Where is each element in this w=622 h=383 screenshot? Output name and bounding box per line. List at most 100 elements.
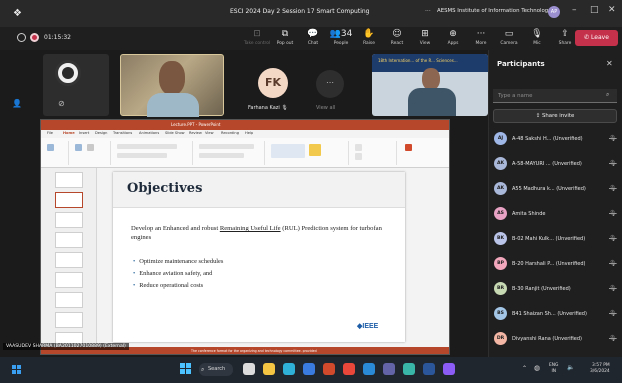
toolbar-more-button[interactable]: ··· More: [467, 29, 495, 46]
participant-row[interactable]: AS Amita Shinde 🎙: [489, 203, 622, 225]
ppt-tab-slide-show[interactable]: Slide Show: [165, 131, 185, 135]
ppt-tab-view[interactable]: View: [205, 131, 214, 135]
participant-row[interactable]: AK A-58-MAYURI ... (Unverified) 🎙: [489, 153, 622, 175]
mic-off-icon[interactable]: 🎙: [609, 160, 617, 167]
language-indicator[interactable]: ENG IN: [549, 363, 558, 375]
ppt-tab-transitions[interactable]: Transitions: [113, 131, 132, 135]
file-explorer-icon[interactable]: [263, 363, 275, 375]
mic-off-icon[interactable]: 🎙: [609, 185, 617, 192]
replace-icon[interactable]: [355, 153, 362, 160]
powerpoint-window[interactable]: Lecture.PPT - PowerPoint File Home Insert D…: [40, 119, 450, 355]
slide-thumbnail[interactable]: [55, 252, 83, 268]
meeting-info-icon[interactable]: [17, 33, 26, 42]
current-slide[interactable]: Objectives Develop an Enhanced and robus…: [113, 172, 405, 342]
participant-video-speaker[interactable]: [120, 54, 224, 117]
network-icon[interactable]: ◍: [534, 364, 540, 372]
slide-thumbnail[interactable]: [55, 312, 83, 328]
slide-thumbnail[interactable]: [55, 192, 83, 208]
widgets-icon[interactable]: [12, 365, 22, 375]
slide-thumbnail[interactable]: [55, 272, 83, 288]
participant-row[interactable]: AJ A-48 Sakshi H... (Unverified) 🎙: [489, 128, 622, 150]
ppt-tab-file[interactable]: File: [47, 131, 53, 135]
photos-icon[interactable]: [443, 363, 455, 375]
ppt-tab-help[interactable]: Help: [245, 131, 253, 135]
word-icon[interactable]: [423, 363, 435, 375]
slide-thumbnail[interactable]: [55, 212, 83, 228]
find-icon[interactable]: [355, 144, 362, 151]
participant-row[interactable]: BK B-02 Mahi Kulk... (Unverified) 🎙: [489, 228, 622, 250]
participant-row[interactable]: BP B-20 Harshali P... (Unverified) 🎙: [489, 253, 622, 275]
name-search-input[interactable]: [493, 89, 617, 103]
toolbar-people-button[interactable]: 👥34 People: [327, 29, 355, 46]
mic-off-icon[interactable]: 🎙: [609, 235, 617, 242]
quick-styles-icon[interactable]: [309, 144, 321, 156]
slide-thumbnail[interactable]: [55, 172, 83, 188]
ppt-tab-recording[interactable]: Recording: [221, 131, 239, 135]
toolbar-label: View: [419, 41, 431, 46]
paste-icon[interactable]: [47, 144, 54, 151]
toolbar-take-control-button[interactable]: ⊡ Take control: [243, 29, 271, 46]
store-icon[interactable]: [303, 363, 315, 375]
mic-off-icon[interactable]: 🎙: [609, 335, 617, 342]
participant-row[interactable]: BS B41 Shaizan Sh... (Unverified) 🎙: [489, 303, 622, 325]
mic-off-icon[interactable]: 🎙: [609, 285, 617, 292]
participant-row[interactable]: DR Divyanshi Rana (Unverified) 🎙: [489, 328, 622, 350]
volume-icon[interactable]: 🔈: [567, 364, 574, 371]
ribbon-group-voice: [399, 141, 445, 165]
toolbar-react-button[interactable]: ☺ React: [383, 29, 411, 46]
new-slide-icon[interactable]: [75, 144, 82, 151]
org-name[interactable]: AESMS Institute of Information Technolog…: [437, 8, 551, 14]
mic-off-icon[interactable]: 🎙: [609, 260, 617, 267]
participant-tile-farhana[interactable]: FK Farhana Kazi 🎙: [234, 54, 304, 116]
ppt-tab-animations[interactable]: Animations: [139, 131, 159, 135]
slide-thumbnail[interactable]: [55, 292, 83, 308]
close-icon[interactable]: ✕: [608, 5, 616, 15]
align-buttons[interactable]: [199, 153, 244, 158]
participant-video-obs[interactable]: ⊘: [43, 54, 109, 116]
ppt-tab-review[interactable]: Review: [189, 131, 202, 135]
toolbar-chat-button[interactable]: 💬 Chat: [299, 29, 327, 46]
edge-icon[interactable]: [283, 363, 295, 375]
layout-icon[interactable]: [87, 144, 94, 151]
teams-icon[interactable]: [383, 363, 395, 375]
maximize-icon[interactable]: □: [590, 5, 599, 15]
title-more-icon[interactable]: ···: [425, 8, 431, 15]
toolbar-camera-button[interactable]: ▭ Camera: [495, 29, 523, 46]
ppt-tab-home[interactable]: Home: [63, 131, 75, 135]
participant-video-presenter[interactable]: 18th Internation... of the R... Sciences…: [372, 54, 488, 116]
participant-row[interactable]: BR B-30 Ranjit (Unverified) 🎙: [489, 278, 622, 300]
slide-thumbnail[interactable]: [55, 232, 83, 248]
mic-off-icon[interactable]: 🎙: [609, 135, 617, 142]
toolbar-raise-button[interactable]: ✋ Raise: [355, 29, 383, 46]
ppt-tab-insert[interactable]: Insert: [79, 131, 89, 135]
close-panel-icon[interactable]: ✕: [606, 59, 613, 68]
chrome-icon[interactable]: [343, 363, 355, 375]
mic-off-icon[interactable]: 🎙: [609, 210, 617, 217]
font-selector[interactable]: [117, 144, 177, 149]
search-icon[interactable]: ⌕: [606, 91, 609, 99]
dictate-icon[interactable]: [405, 144, 412, 151]
toolbar-view-button[interactable]: ⊞ View: [411, 29, 439, 46]
toolbar-pop-out-button[interactable]: ⧉ Pop out: [271, 29, 299, 46]
participant-row[interactable]: AK A55 Madhura k... (Unverified) 🎙: [489, 178, 622, 200]
mic-off-icon[interactable]: 🎙: [609, 310, 617, 317]
font-format-buttons[interactable]: [117, 153, 167, 158]
minimize-icon[interactable]: –: [572, 5, 577, 15]
paragraph-buttons[interactable]: [199, 144, 254, 149]
taskbar-search[interactable]: Search: [199, 363, 233, 376]
vscode-icon[interactable]: [363, 363, 375, 375]
view-all-tile[interactable]: ⋯ View all: [312, 54, 352, 116]
windows-start-icon[interactable]: [180, 363, 192, 375]
toolbar-mic-button[interactable]: 🎙 Mic: [523, 29, 551, 46]
toolbar-apps-button[interactable]: ⊕ Apps: [439, 29, 467, 46]
org-avatar[interactable]: AP: [548, 6, 560, 18]
copilot-icon[interactable]: [403, 363, 415, 375]
task-view-icon[interactable]: [243, 363, 255, 375]
shapes-gallery[interactable]: [271, 144, 305, 158]
powerpoint-icon[interactable]: [323, 363, 335, 375]
tray-overflow-icon[interactable]: ⌃: [522, 365, 527, 372]
share-invite-button[interactable]: ⇪ Share invite: [493, 109, 617, 123]
clock[interactable]: 3:57 PM 3/6/2024: [590, 363, 610, 375]
leave-button[interactable]: ✆ Leave: [575, 30, 618, 46]
ppt-tab-design[interactable]: Design: [95, 131, 107, 135]
